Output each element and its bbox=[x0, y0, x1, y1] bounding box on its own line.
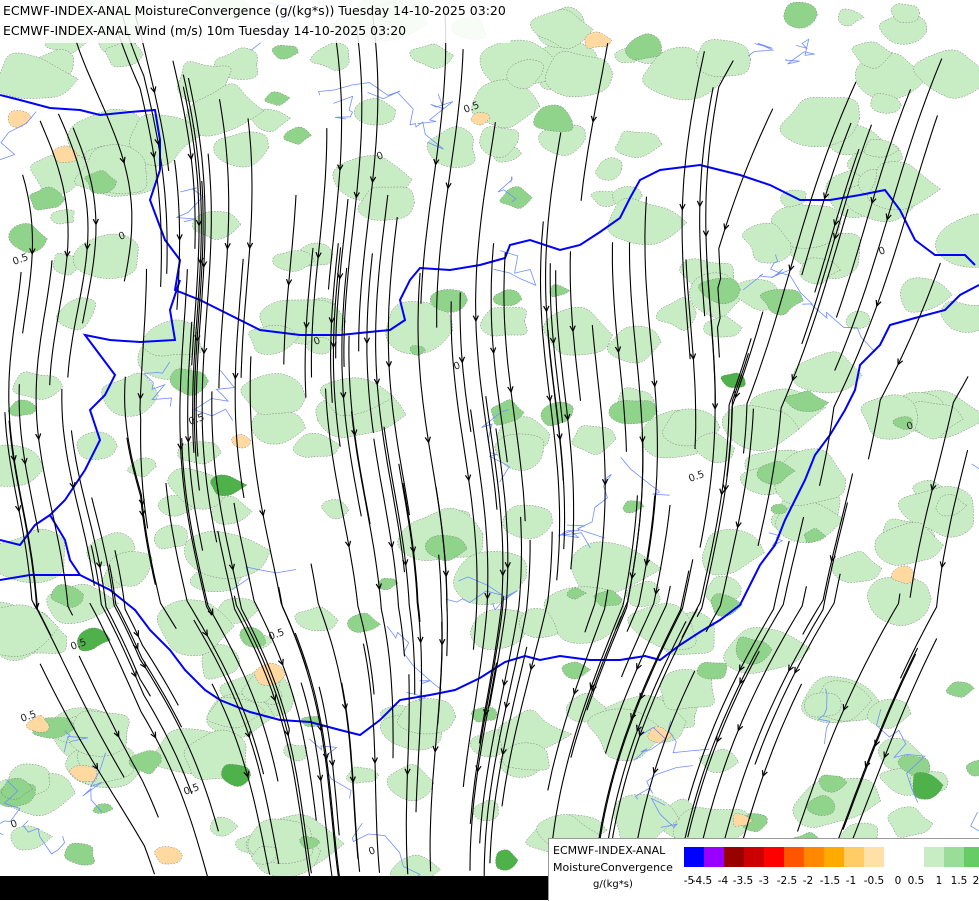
legend-title-variable: MoistureConvergence bbox=[553, 861, 673, 874]
convergence-patch bbox=[696, 39, 751, 77]
legend-tick-label: -0.5 bbox=[863, 875, 885, 887]
legend-swatch bbox=[724, 847, 744, 867]
legend-swatch bbox=[744, 847, 764, 867]
legend-tick-label: -1 bbox=[845, 875, 857, 887]
legend-swatch bbox=[684, 847, 704, 867]
weather-map: 0.5 0 0.5 0.5 0 0.5 0 0 0.5 0 0 0.5 0 0.5 0.5 0 bbox=[0, 0, 979, 900]
map-title-box: ECMWF-INDEX-ANAL MoistureConvergence (g/… bbox=[0, 0, 510, 43]
legend-title-model: ECMWF-INDEX-ANAL bbox=[553, 844, 666, 857]
legend-tick-label: -3 bbox=[758, 875, 770, 887]
legend-tick-label: -3.5 bbox=[732, 875, 754, 887]
legend-swatch bbox=[884, 847, 904, 867]
legend-tick-label: 0 bbox=[894, 875, 902, 887]
legend-tick-label: -4.5 bbox=[691, 875, 713, 887]
legend-swatch bbox=[944, 847, 964, 867]
legend-ticks: -5 -4.5 -4 -3.5 -3 -2.5 -2 -1.5 -1 -0.5 0 0.5 1 1.5 2 bbox=[684, 875, 979, 889]
legend-swatch bbox=[904, 847, 924, 867]
legend-swatch bbox=[844, 847, 864, 867]
legend-swatch bbox=[784, 847, 804, 867]
convergence-patch bbox=[804, 692, 842, 718]
legend-tick-label: -1.5 bbox=[819, 875, 841, 887]
title-moisture-convergence: ECMWF-INDEX-ANAL MoistureConvergence (g/… bbox=[3, 3, 506, 18]
legend-tick-label: 1 bbox=[935, 875, 943, 887]
legend-tick-label: 0.5 bbox=[907, 875, 925, 887]
legend-tick-label: 2 bbox=[972, 875, 979, 887]
legend-swatch bbox=[824, 847, 844, 867]
legend-swatch bbox=[764, 847, 784, 867]
title-wind: ECMWF-INDEX-ANAL Wind (m/s) 10m Tuesday … bbox=[3, 23, 407, 38]
legend-swatch bbox=[804, 847, 824, 867]
legend-tick-label: -4 bbox=[717, 875, 729, 887]
legend-unit: g/(kg*s) bbox=[593, 879, 633, 890]
color-legend: ECMWF-INDEX-ANAL MoistureConvergence g/(… bbox=[548, 838, 979, 901]
legend-swatches bbox=[684, 847, 979, 867]
legend-tick-label: -2.5 bbox=[776, 875, 798, 887]
convergence-patch-strong bbox=[697, 661, 728, 680]
legend-tick-label: -2 bbox=[802, 875, 814, 887]
legend-swatch bbox=[924, 847, 944, 867]
legend-swatch bbox=[864, 847, 884, 867]
legend-swatch bbox=[704, 847, 724, 867]
legend-tick-label: 1.5 bbox=[950, 875, 968, 887]
legend-swatch bbox=[964, 847, 979, 867]
